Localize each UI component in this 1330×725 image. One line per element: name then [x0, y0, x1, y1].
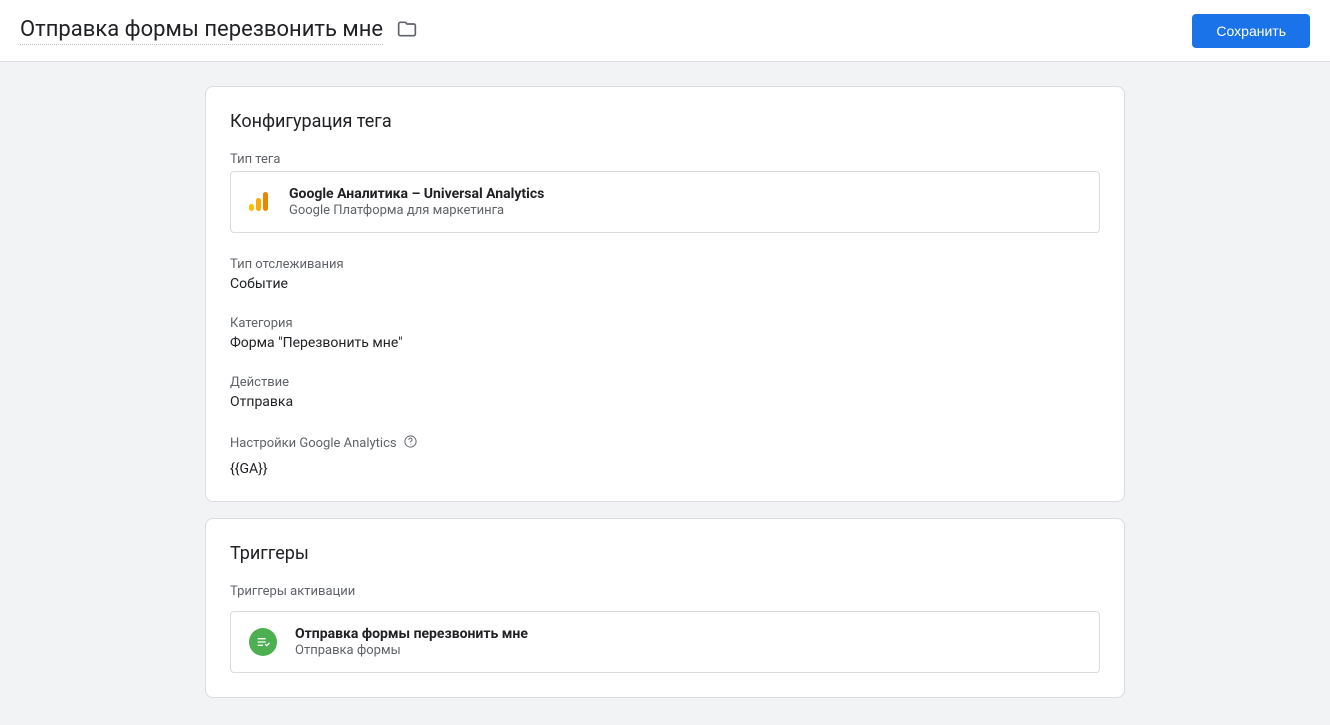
header-left: Отправка формы перезвонить мне [20, 17, 417, 45]
trigger-item[interactable]: Отправка формы перезвонить мне Отправка … [230, 611, 1100, 673]
tag-type-text: Google Аналитика – Universal Analytics G… [289, 186, 544, 218]
trigger-subtitle: Отправка формы [295, 643, 528, 658]
trigger-title: Отправка формы перезвонить мне [295, 626, 528, 642]
save-button[interactable]: Сохранить [1192, 14, 1310, 48]
tag-config-title: Конфигурация тега [230, 111, 1100, 132]
ga-settings-label: Настройки Google Analytics [230, 436, 397, 451]
category-value: Форма "Перезвонить мне" [230, 335, 1100, 351]
trigger-text: Отправка формы перезвонить мне Отправка … [295, 626, 528, 658]
tag-config-card: Конфигурация тега Тип тега Google Аналит… [205, 86, 1125, 502]
page-title[interactable]: Отправка формы перезвонить мне [20, 17, 383, 45]
action-label: Действие [230, 375, 1100, 390]
ga-settings-value: {{GA}} [230, 461, 1100, 477]
page-header: Отправка формы перезвонить мне Сохранить [0, 0, 1330, 62]
ga-settings-label-wrap: Настройки Google Analytics [230, 434, 1100, 453]
triggers-title: Триггеры [230, 543, 1100, 564]
tag-type-selector[interactable]: Google Аналитика – Universal Analytics G… [230, 171, 1100, 233]
triggers-card: Триггеры Триггеры активации Отправка фор… [205, 518, 1125, 698]
tag-type-label: Тип тега [230, 152, 1100, 167]
triggers-activation-label: Триггеры активации [230, 584, 1100, 599]
google-analytics-icon [249, 191, 271, 213]
category-label: Категория [230, 316, 1100, 331]
content: Конфигурация тега Тип тега Google Аналит… [205, 86, 1125, 698]
tag-type-subtitle: Google Платформа для маркетинга [289, 203, 544, 218]
folder-icon[interactable] [397, 19, 417, 43]
action-value: Отправка [230, 394, 1100, 410]
tracking-type-value: Событие [230, 276, 1100, 292]
help-icon[interactable] [403, 434, 418, 453]
tag-type-title: Google Аналитика – Universal Analytics [289, 186, 544, 202]
form-submit-icon [249, 628, 277, 656]
tracking-type-label: Тип отслеживания [230, 257, 1100, 272]
